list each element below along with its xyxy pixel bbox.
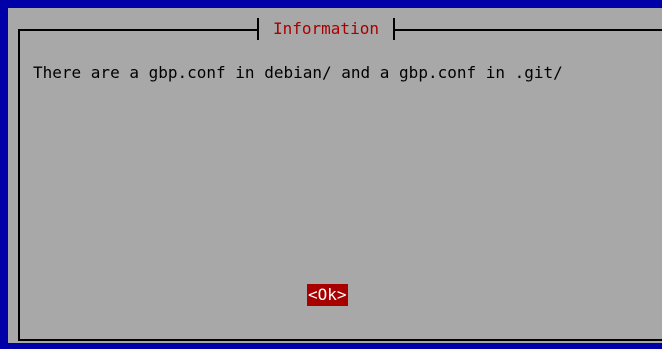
dialog-title: Information: [273, 19, 379, 38]
dialog-message: There are a gbp.conf in debian/ and a gb…: [33, 63, 563, 82]
information-dialog: Information There are a gbp.conf in debi…: [8, 8, 662, 343]
ok-button[interactable]: <Ok>: [307, 284, 348, 306]
dialog-title-area: Information: [257, 18, 395, 40]
terminal-screen: Information There are a gbp.conf in debi…: [0, 0, 662, 349]
title-right-divider: [392, 18, 395, 40]
